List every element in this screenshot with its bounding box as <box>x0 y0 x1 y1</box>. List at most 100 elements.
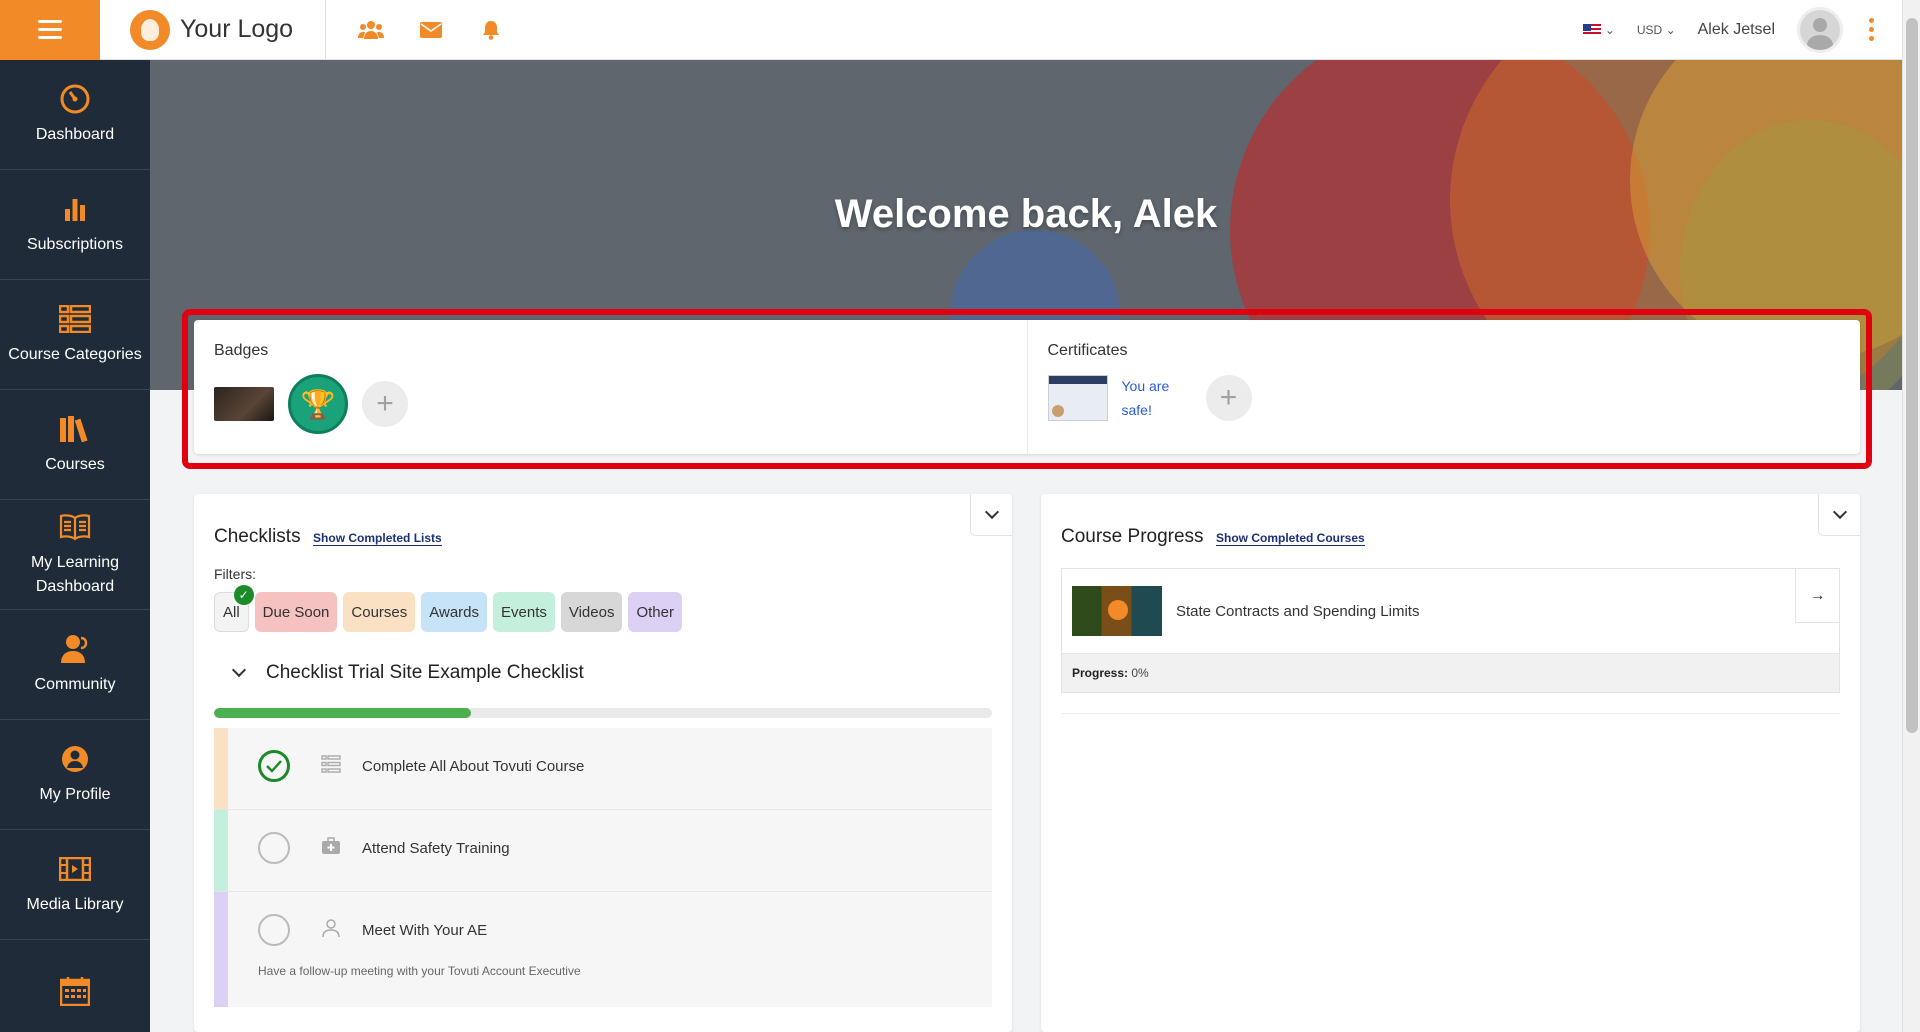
filter-bar: All ✓ Due Soon Courses Awards Events Vid… <box>214 585 992 632</box>
task-color-bar <box>214 728 228 809</box>
top-bar: Your Logo ⌄ USD ⌄ Alek Jetsel <box>0 0 1902 60</box>
sidebar: Dashboard Subscriptions Course Categorie… <box>0 60 150 1032</box>
course-progress-card: Course Progress Show Completed Courses S… <box>1041 494 1860 1032</box>
page-scrollbar[interactable] <box>1902 0 1920 1032</box>
filter-videos[interactable]: Videos <box>560 592 623 632</box>
progress-label: Progress: <box>1072 666 1129 680</box>
filter-label: Due Soon <box>262 603 330 621</box>
sidebar-item-courses[interactable]: Courses <box>0 390 150 500</box>
task-checkbox[interactable] <box>258 750 290 782</box>
calendar-icon <box>59 975 91 1007</box>
task-note: Have a follow-up meeting with your Tovut… <box>258 964 581 978</box>
chevron-down-icon <box>984 504 999 520</box>
course-name[interactable]: State Contracts and Spending Limits <box>1176 603 1419 620</box>
chevron-down-icon: ⌄ <box>1604 22 1615 37</box>
sidebar-item-media-library[interactable]: Media Library <box>0 830 150 940</box>
task-checkbox[interactable] <box>258 914 290 946</box>
checklists-card: Checklists Show Completed Lists Filters:… <box>194 494 1012 1032</box>
welcome-title: Welcome back, Alek <box>834 192 1218 236</box>
course-progress-title: Course Progress <box>1061 526 1204 547</box>
checklist-name: Checklist Trial Site Example Checklist <box>266 662 584 683</box>
filter-courses[interactable]: Courses <box>343 592 416 632</box>
show-completed-lists-link[interactable]: Show Completed Lists <box>313 531 442 546</box>
users-icon[interactable] <box>358 18 385 42</box>
checklist-header[interactable]: Checklist Trial Site Example Checklist <box>214 662 992 684</box>
collapse-checklists-button[interactable] <box>970 494 1012 536</box>
show-completed-courses-link[interactable]: Show Completed Courses <box>1216 531 1365 546</box>
task-item[interactable]: Meet With Your AE Have a follow-up meeti… <box>214 892 992 1007</box>
task-list: Complete All About Tovuti Course Attend … <box>214 728 992 1007</box>
sidebar-item-dashboard[interactable]: Dashboard <box>0 60 150 170</box>
avatar[interactable] <box>1797 6 1843 53</box>
sidebar-item-my-learning-dashboard[interactable]: My Learning Dashboard <box>0 500 150 610</box>
filter-all[interactable]: All ✓ <box>214 585 254 632</box>
chevron-down-icon <box>1832 504 1847 520</box>
logo[interactable]: Your Logo <box>100 0 327 60</box>
collapse-course-progress-button[interactable] <box>1818 494 1860 536</box>
community-icon <box>59 633 91 665</box>
check-icon: ✓ <box>233 585 254 605</box>
filter-events[interactable]: Events <box>493 592 555 632</box>
language-selector[interactable]: ⌄ <box>1582 22 1615 37</box>
sidebar-item-events[interactable] <box>0 940 150 1032</box>
scrollbar-thumb[interactable] <box>1906 18 1918 733</box>
divider <box>1061 713 1840 714</box>
filter-label: All <box>223 603 240 621</box>
bell-icon[interactable] <box>478 18 504 42</box>
filter-label: Courses <box>351 603 408 621</box>
task-checkbox[interactable] <box>258 832 290 864</box>
filter-label: Awards <box>429 603 479 621</box>
sidebar-item-label: Courses <box>45 455 105 473</box>
film-icon <box>59 853 91 885</box>
chevron-down-icon: ⌄ <box>1665 22 1676 37</box>
filter-other[interactable]: Other <box>628 592 682 632</box>
currency-label: USD <box>1636 22 1663 37</box>
sidebar-item-label: Subscriptions <box>26 235 124 253</box>
filter-label: Events <box>501 603 547 621</box>
course-item[interactable]: State Contracts and Spending Limits → Pr… <box>1061 568 1840 693</box>
checklists-title: Checklists <box>214 526 301 547</box>
checklist-progress-bar <box>214 708 992 718</box>
sidebar-item-label: Dashboard <box>35 125 115 143</box>
arrow-right-icon[interactable]: → <box>1795 569 1839 623</box>
list-icon <box>320 754 342 778</box>
user-name[interactable]: Alek Jetsel <box>1698 21 1775 39</box>
sidebar-item-label: Course Categories <box>8 345 142 363</box>
checklist-progress-fill <box>214 708 471 718</box>
course-thumbnail[interactable] <box>1072 586 1162 636</box>
sidebar-item-label: Community <box>34 675 116 693</box>
task-title: Complete All About Tovuti Course <box>362 757 585 775</box>
us-flag-icon <box>1582 23 1601 36</box>
logo-icon <box>130 9 170 50</box>
bar-chart-icon <box>59 193 91 225</box>
sidebar-item-subscriptions[interactable]: Subscriptions <box>0 170 150 280</box>
filters-label: Filters: <box>214 566 256 582</box>
task-item[interactable]: Complete All About Tovuti Course <box>214 728 992 810</box>
books-icon <box>59 413 91 445</box>
envelope-icon[interactable] <box>418 18 444 42</box>
logo-text: Your Logo <box>180 15 294 43</box>
sidebar-item-my-profile[interactable]: My Profile <box>0 720 150 830</box>
task-color-bar <box>214 810 228 891</box>
first-aid-icon <box>320 836 342 860</box>
filter-label: Videos <box>568 603 615 621</box>
progress-value: 0% <box>1131 666 1149 680</box>
filter-due-soon[interactable]: Due Soon <box>254 592 338 632</box>
task-color-bar <box>214 892 228 1007</box>
gauge-icon <box>59 83 91 115</box>
currency-selector[interactable]: USD ⌄ <box>1637 23 1676 37</box>
sidebar-item-course-categories[interactable]: Course Categories <box>0 280 150 390</box>
task-item[interactable]: Attend Safety Training <box>214 810 992 892</box>
task-title: Attend Safety Training <box>362 839 510 857</box>
chevron-down-icon[interactable] <box>231 662 247 678</box>
open-book-icon <box>59 511 91 543</box>
user-circle-icon <box>59 743 91 775</box>
person-icon <box>320 918 342 943</box>
sidebar-item-community[interactable]: Community <box>0 610 150 720</box>
highlight-frame <box>182 309 1872 469</box>
hamburger-menu-button[interactable] <box>0 0 100 60</box>
filter-label: Other <box>636 603 674 621</box>
course-progress-status: Progress: 0% <box>1062 653 1839 692</box>
filter-awards[interactable]: Awards <box>421 592 487 632</box>
more-options-icon[interactable] <box>1865 18 1878 41</box>
